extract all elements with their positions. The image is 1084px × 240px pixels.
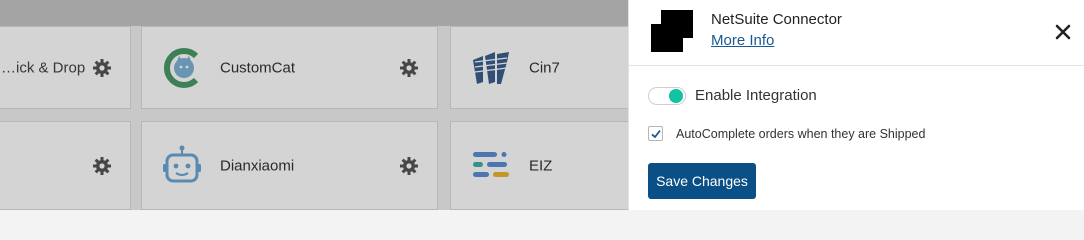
netsuite-logo-icon: [651, 10, 693, 52]
enable-integration-label: Enable Integration: [695, 87, 817, 104]
enable-integration-toggle[interactable]: [648, 87, 686, 105]
autocomplete-checkbox[interactable]: [648, 126, 663, 141]
checkmark-icon: [651, 129, 661, 139]
save-changes-button[interactable]: Save Changes: [648, 163, 756, 199]
integration-settings-panel: NetSuite Connector More Info Enable Inte…: [628, 0, 1084, 210]
close-icon[interactable]: [1053, 22, 1073, 42]
panel-header: NetSuite Connector More Info: [629, 0, 1084, 66]
more-info-link[interactable]: More Info: [711, 32, 774, 49]
modal-backdrop[interactable]: [0, 0, 628, 210]
toggle-knob: [669, 89, 683, 103]
autocomplete-label: AutoComplete orders when they are Shippe…: [676, 127, 926, 141]
panel-title: NetSuite Connector: [711, 11, 842, 28]
